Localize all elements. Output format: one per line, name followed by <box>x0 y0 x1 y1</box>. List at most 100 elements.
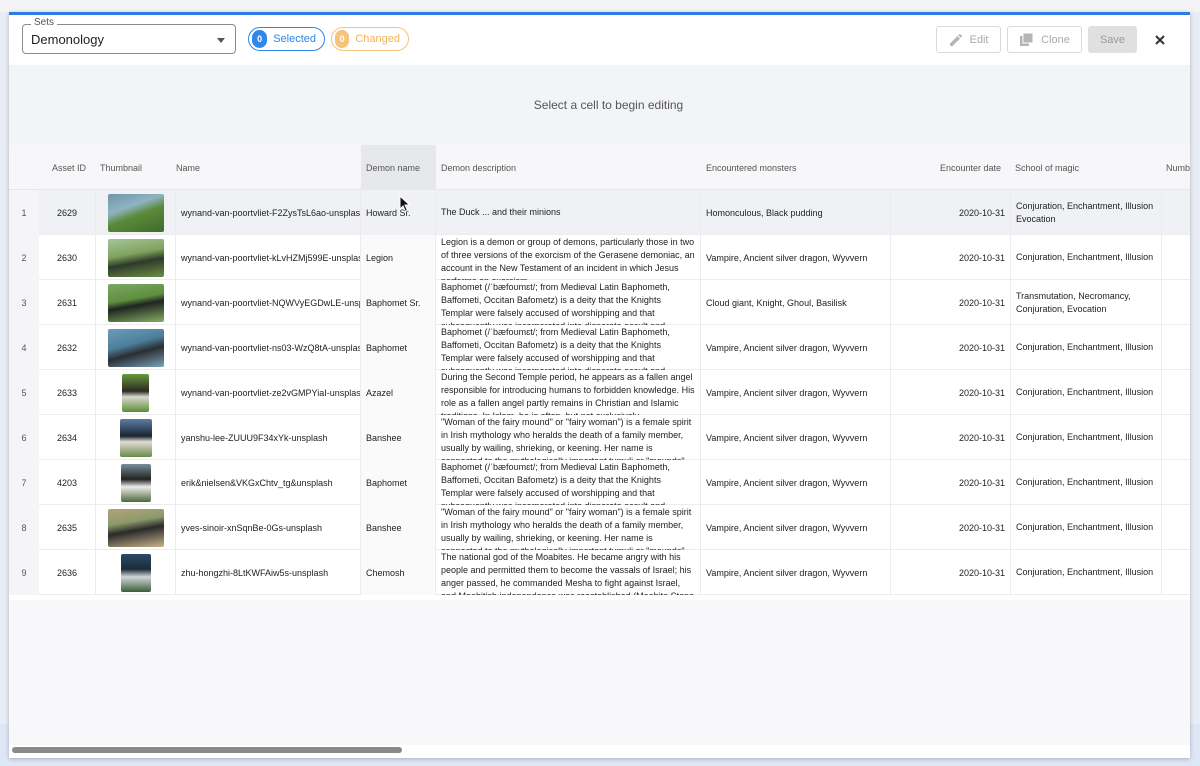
cell-encountered-monsters[interactable]: Vampire, Ancient silver dragon, Wyvvern <box>701 370 891 415</box>
cell-encounter-date[interactable]: 2020-10-31 <box>891 190 1011 235</box>
cell-demon-name[interactable]: Banshee <box>361 505 436 550</box>
edit-button[interactable]: Edit <box>936 26 1001 53</box>
cell-thumbnail[interactable] <box>96 235 176 280</box>
cell-school-of-magic[interactable]: Conjuration, Enchantment, Illusion <box>1011 460 1162 505</box>
cell-encounter-date[interactable]: 2020-10-31 <box>891 325 1011 370</box>
cell-name[interactable]: yves-sinoir-xnSqnBe-0Gs-unsplash <box>176 505 361 550</box>
col-asset-id[interactable]: Asset ID <box>52 145 107 190</box>
sets-dropdown[interactable]: Sets Demonology <box>22 17 236 54</box>
cell-asset-id[interactable]: 2636 <box>39 550 96 595</box>
cell-thumbnail[interactable] <box>96 190 176 235</box>
cell-name[interactable]: wynand-van-poortvliet-ns03-WzQ8tA-unspla… <box>176 325 361 370</box>
clone-button[interactable]: Clone <box>1007 26 1082 53</box>
cell-demon-name[interactable]: Baphomet Sr. <box>361 280 436 325</box>
cell-encountered-monsters[interactable]: Vampire, Ancient silver dragon, Wyvvern <box>701 460 891 505</box>
table-row[interactable]: 1 2629 wynand-van-poortvliet-F2ZysTsL6ao-u… <box>9 190 1190 235</box>
cell-demon-name[interactable]: Banshee <box>361 415 436 460</box>
cell-name[interactable]: wynand-van-poortvliet-NQWVyEGDwLE-unspl.… <box>176 280 361 325</box>
cell-asset-id[interactable]: 2635 <box>39 505 96 550</box>
cell-name[interactable]: yanshu-lee-ZUUU9F34xYk-unsplash <box>176 415 361 460</box>
cell-encounter-date[interactable]: 2020-10-31 <box>891 370 1011 415</box>
cell-thumbnail[interactable] <box>96 325 176 370</box>
cell-number[interactable] <box>1162 190 1190 235</box>
col-name[interactable]: Name <box>176 145 361 190</box>
cell-name[interactable]: wynand-van-poortvliet-kLvHZMj599E-unspla… <box>176 235 361 280</box>
cell-number[interactable] <box>1162 235 1190 280</box>
cell-name[interactable]: erik&nielsen&VKGxChtv_tg&unsplash <box>176 460 361 505</box>
cell-demon-description[interactable]: "Woman of the fairy mound" or "fairy wom… <box>436 415 701 460</box>
cell-demon-description[interactable]: The national god of the Moabites. He bec… <box>436 550 701 595</box>
cell-encountered-monsters[interactable]: Vampire, Ancient silver dragon, Wyvvern <box>701 415 891 460</box>
cell-demon-name[interactable]: Baphomet <box>361 325 436 370</box>
cell-encounter-date[interactable]: 2020-10-31 <box>891 550 1011 595</box>
table-row[interactable]: 8 2635 yves-sinoir-xnSqnBe-0Gs-unsplash Ban… <box>9 505 1190 550</box>
cell-thumbnail[interactable] <box>96 415 176 460</box>
col-demon-name[interactable]: Demon name <box>361 145 436 190</box>
cell-encountered-monsters[interactable]: Vampire, Ancient silver dragon, Wyvvern <box>701 505 891 550</box>
cell-number[interactable] <box>1162 325 1190 370</box>
changed-chip[interactable]: 0 Changed <box>331 27 409 51</box>
col-encountered-monsters[interactable]: Encountered monsters <box>701 145 891 190</box>
cell-school-of-magic[interactable]: Conjuration, Enchantment, Illusion <box>1011 415 1162 460</box>
cell-thumbnail[interactable] <box>96 460 176 505</box>
cell-encounter-date[interactable]: 2020-10-31 <box>891 460 1011 505</box>
horizontal-scrollbar[interactable] <box>12 747 402 753</box>
save-button[interactable]: Save <box>1088 26 1137 53</box>
cell-demon-description[interactable]: During the Second Temple period, he appe… <box>436 370 701 415</box>
cell-asset-id[interactable]: 2634 <box>39 415 96 460</box>
cell-demon-description[interactable]: Baphomet (/ˈbæfoʊmɛt/; from Medieval Lat… <box>436 325 701 370</box>
cell-encountered-monsters[interactable]: Vampire, Ancient silver dragon, Wyvvern <box>701 550 891 595</box>
cell-thumbnail[interactable] <box>96 505 176 550</box>
table-row[interactable]: 5 2633 wynand-van-poortvliet-ze2vGMPYiaI-u… <box>9 370 1190 415</box>
cell-number[interactable] <box>1162 505 1190 550</box>
cell-encountered-monsters[interactable]: Homonculous, Black pudding <box>701 190 891 235</box>
cell-school-of-magic[interactable]: Conjuration, Enchantment, Illusion <box>1011 550 1162 595</box>
table-row[interactable]: 4 2632 wynand-van-poortvliet-ns03-WzQ8tA-u… <box>9 325 1190 370</box>
cell-school-of-magic[interactable]: Conjuration, Enchantment, Illusion Evoca… <box>1011 190 1162 235</box>
cell-thumbnail[interactable] <box>96 370 176 415</box>
cell-encountered-monsters[interactable]: Cloud giant, Knight, Ghoul, Basilisk <box>701 280 891 325</box>
col-demon-description[interactable]: Demon description <box>436 145 701 190</box>
cell-number[interactable] <box>1162 460 1190 505</box>
cell-encountered-monsters[interactable]: Vampire, Ancient silver dragon, Wyvvern <box>701 235 891 280</box>
cell-encounter-date[interactable]: 2020-10-31 <box>891 280 1011 325</box>
table-row[interactable]: 9 2636 zhu-hongzhi-8LtKWFAiw5s-unsplash Che… <box>9 550 1190 595</box>
table-row[interactable]: 7 4203 erik&nielsen&VKGxChtv_tg&unsplash Ba… <box>9 460 1190 505</box>
table-row[interactable]: 2 2630 wynand-van-poortvliet-kLvHZMj599E-u… <box>9 235 1190 280</box>
cell-demon-name[interactable]: Azazel <box>361 370 436 415</box>
cell-thumbnail[interactable] <box>96 550 176 595</box>
cell-demon-name[interactable]: Legion <box>361 235 436 280</box>
cell-school-of-magic[interactable]: Conjuration, Enchantment, Illusion <box>1011 370 1162 415</box>
cell-demon-description[interactable]: Baphomet (/ˈbæfoʊmɛt/; from Medieval Lat… <box>436 460 701 505</box>
cell-name[interactable]: zhu-hongzhi-8LtKWFAiw5s-unsplash <box>176 550 361 595</box>
cell-demon-description[interactable]: Legion is a demon or group of demons, pa… <box>436 235 701 280</box>
cell-asset-id[interactable]: 2633 <box>39 370 96 415</box>
cell-name[interactable]: wynand-van-poortvliet-F2ZysTsL6ao-unspla… <box>176 190 361 235</box>
cell-number[interactable] <box>1162 415 1190 460</box>
cell-asset-id[interactable]: 2631 <box>39 280 96 325</box>
cell-school-of-magic[interactable]: Conjuration, Enchantment, Illusion <box>1011 325 1162 370</box>
cell-asset-id[interactable]: 2630 <box>39 235 96 280</box>
cell-number[interactable] <box>1162 550 1190 595</box>
table-row[interactable]: 6 2634 yanshu-lee-ZUUU9F34xYk-unsplash Bans… <box>9 415 1190 460</box>
cell-name[interactable]: wynand-van-poortvliet-ze2vGMPYiaI-unspla… <box>176 370 361 415</box>
selected-chip[interactable]: 0 Selected <box>248 27 325 51</box>
cell-demon-name[interactable]: Baphomet <box>361 460 436 505</box>
col-thumbnail[interactable]: Thumbnail <box>100 145 170 190</box>
cell-asset-id[interactable]: 2629 <box>39 190 96 235</box>
table-row[interactable]: 3 2631 wynand-van-poortvliet-NQWVyEGDwLE-u… <box>9 280 1190 325</box>
cell-asset-id[interactable]: 2632 <box>39 325 96 370</box>
cell-demon-description[interactable]: The Duck ... and their minions <box>436 190 701 235</box>
cell-school-of-magic[interactable]: Conjuration, Enchantment, Illusion <box>1011 235 1162 280</box>
cell-school-of-magic[interactable]: Conjuration, Enchantment, Illusion <box>1011 505 1162 550</box>
cell-encounter-date[interactable]: 2020-10-31 <box>891 415 1011 460</box>
cell-number[interactable] <box>1162 370 1190 415</box>
cell-number[interactable] <box>1162 280 1190 325</box>
cell-thumbnail[interactable] <box>96 280 176 325</box>
col-school-of-magic[interactable]: School of magic <box>1011 145 1161 190</box>
cell-demon-description[interactable]: "Woman of the fairy mound" or "fairy wom… <box>436 505 701 550</box>
cell-asset-id[interactable]: 4203 <box>39 460 96 505</box>
col-encounter-date[interactable]: Encounter date <box>891 145 1004 190</box>
cell-school-of-magic[interactable]: Transmutation, Necromancy, Conjuration, … <box>1011 280 1162 325</box>
col-number[interactable]: Numb <box>1162 145 1190 190</box>
